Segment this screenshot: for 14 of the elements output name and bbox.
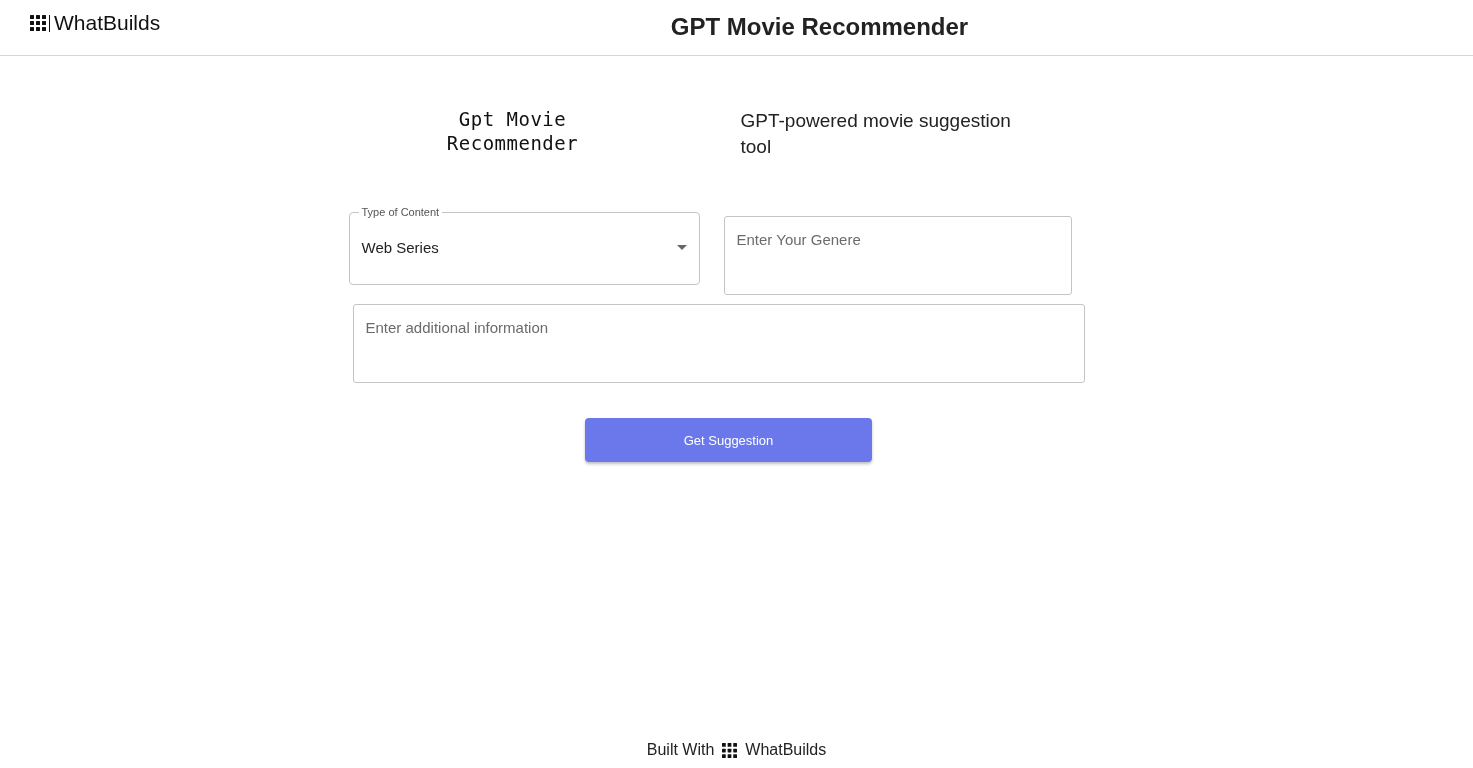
caret-icon (676, 244, 687, 250)
grid-logo-icon (30, 15, 46, 31)
brand-name: WhatBuilds (54, 11, 161, 35)
footer-brand-link[interactable]: WhatBuilds (745, 741, 827, 759)
built-with-text: Built With (646, 741, 715, 759)
field-label: Type of Content (360, 206, 441, 218)
grid-logo-icon (722, 742, 738, 758)
content-type-select[interactable]: Type of Content Web Series (348, 206, 700, 285)
tagline: GPT-powered movie suggestion tool (740, 109, 1012, 159)
genre-input[interactable]: Enter Your Genere (723, 216, 1072, 295)
get-suggestion-button[interactable]: Get Suggestion (585, 418, 872, 462)
app-logo-text: Gpt Movie Recommender (445, 107, 580, 155)
additional-info-input[interactable]: Enter additional information (352, 304, 1085, 383)
page-title: GPT Movie Recommender (670, 13, 969, 41)
